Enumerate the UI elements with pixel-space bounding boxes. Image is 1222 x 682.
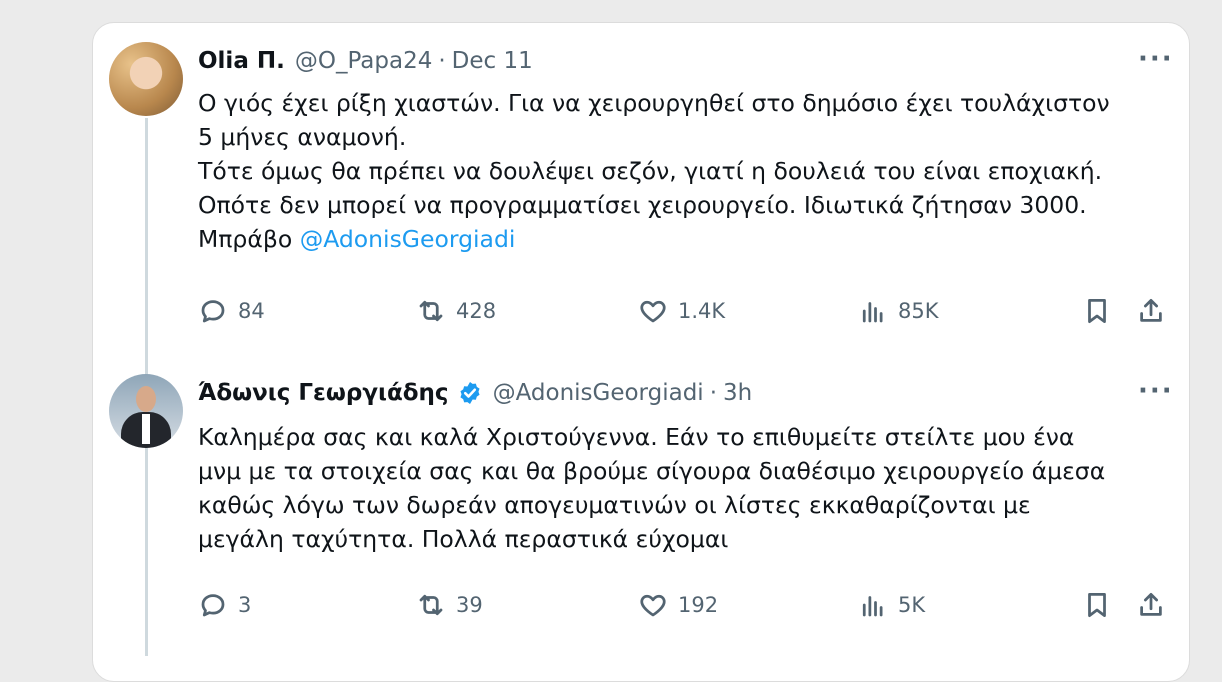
like-count: 1.4K [678,299,726,323]
reply-icon [201,300,225,323]
views-icon [862,302,883,323]
like-icon [640,594,666,617]
retweet-count: 428 [456,299,497,323]
like-count: 192 [678,593,719,617]
share-icon [1140,299,1162,322]
share-icon [1140,593,1162,616]
retweet-button[interactable]: 39 [416,590,483,620]
tweet-text: Καλημέρα σας και καλά Χριστούγεννα. Εάν … [198,423,1106,553]
views-button[interactable]: 5K [858,590,925,620]
retweet-icon [419,594,443,616]
views-count: 85K [898,299,939,323]
user-handle[interactable]: @AdonisGeorgiadi [493,380,704,406]
reply-button[interactable]: 84 [198,296,265,326]
like-button[interactable]: 192 [638,590,718,620]
bookmark-icon [1088,593,1106,617]
more-options-icon[interactable]: ··· [1138,376,1174,406]
views-count: 5K [898,593,926,617]
tweet-header: Άδωνις Γεωργιάδης @AdonisGeorgiadi · 3h [198,380,752,406]
tweet-actions: 84 428 1.4K 85K [198,296,1168,336]
bookmark-icon [1088,299,1106,323]
thread-line [145,446,148,656]
mention-link[interactable]: @AdonisGeorgiadi [300,225,516,253]
timestamp[interactable]: 3h [723,380,752,406]
tweet-header: Olia Π. @O_Papa24 · Dec 11 [198,48,533,74]
display-name[interactable]: Άδωνις Γεωργιάδης [198,380,449,406]
like-button[interactable]: 1.4K [638,296,725,326]
thread-line [145,118,148,380]
separator: · [709,380,717,406]
views-button[interactable]: 85K [858,296,939,326]
share-button[interactable] [1136,590,1166,620]
like-icon [640,300,666,323]
retweet-button[interactable]: 428 [416,296,496,326]
separator: · [438,48,446,74]
views-icon [862,596,883,617]
reply-icon [201,594,225,617]
timestamp[interactable]: Dec 11 [452,48,533,74]
reply-count: 84 [238,299,265,323]
avatar[interactable] [109,374,183,448]
bookmark-button[interactable] [1082,296,1112,326]
bookmark-button[interactable] [1082,590,1112,620]
reply-button[interactable]: 3 [198,590,251,620]
share-button[interactable] [1136,296,1166,326]
user-handle[interactable]: @O_Papa24 [295,48,433,74]
avatar[interactable] [109,42,183,116]
retweet-icon [419,300,443,322]
reply-count: 3 [238,593,252,617]
tweet-text: Ο γιός έχει ρίξη χιαστών. Για να χειρουρ… [198,86,1110,256]
retweet-count: 39 [456,593,483,617]
more-options-icon[interactable]: ··· [1138,44,1174,74]
verified-badge-icon [460,381,480,405]
display-name[interactable]: Olia Π. [198,48,285,74]
tweet-actions: 3 39 192 5K [198,590,1168,630]
